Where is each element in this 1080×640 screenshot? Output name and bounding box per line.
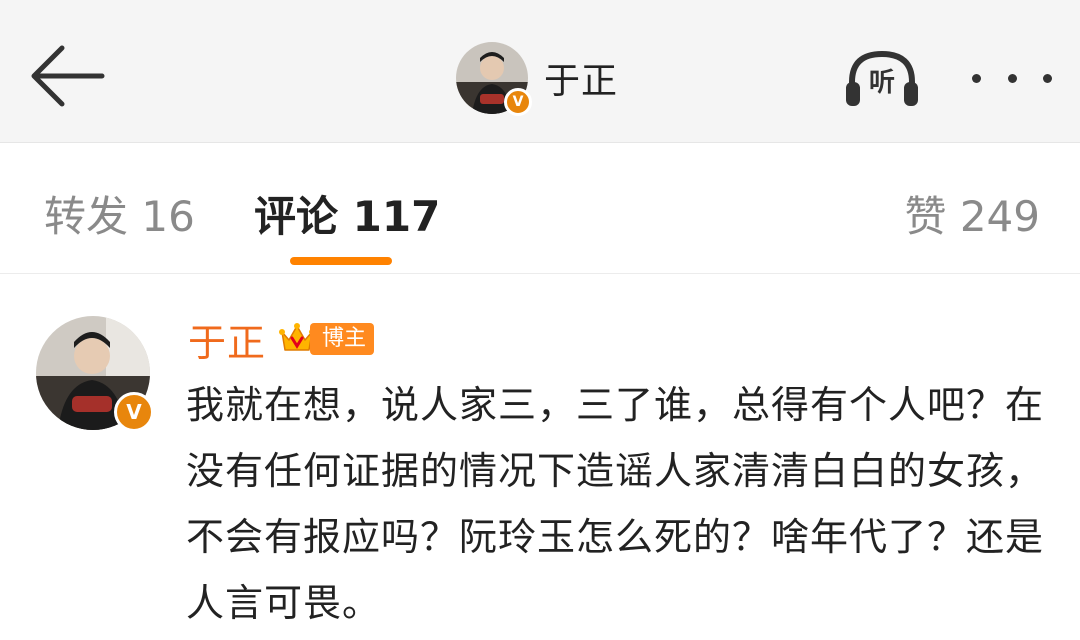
verified-icon: V [114,392,154,432]
top-navigation-bar: V 于正 听 [0,0,1080,143]
tab-comment[interactable]: 评论 117 [254,183,440,244]
listen-label: 听 [868,68,895,98]
comment-avatar[interactable]: V [36,316,154,432]
tab-like[interactable]: 赞 249 [904,183,1040,244]
back-button[interactable] [22,40,112,112]
more-dots-icon [972,73,981,83]
listen-button[interactable]: 听 [842,44,922,112]
comment-item: V 于正 博主 我就在想，说人家三，三了谁，总得有个人吧？在没有任何证据的情况下… [0,274,1080,640]
comment-header: 于正 博主 [188,312,375,367]
comment-text: 我就在想，说人家三，三了谁，总得有个人吧？在没有任何证据的情况下造谣人家清清白白… [186,383,1045,625]
interaction-tabs: 转发 16 评论 117 赞 249 [0,143,1080,274]
comment-author-name[interactable]: 于正 [188,312,266,367]
back-arrow-icon [31,45,105,107]
more-dots-icon [1043,73,1052,83]
more-dots-icon [1007,73,1017,83]
more-options-button[interactable] [972,60,1052,96]
header-title: 于正 [544,61,619,102]
verified-icon: V [504,88,532,116]
header-user[interactable]: V 于正 [456,40,618,116]
active-tab-indicator [290,257,392,265]
tab-repost[interactable]: 转发 16 [44,183,195,244]
header-avatar[interactable]: V [456,42,532,116]
blogger-badge: 博主 [310,323,375,355]
